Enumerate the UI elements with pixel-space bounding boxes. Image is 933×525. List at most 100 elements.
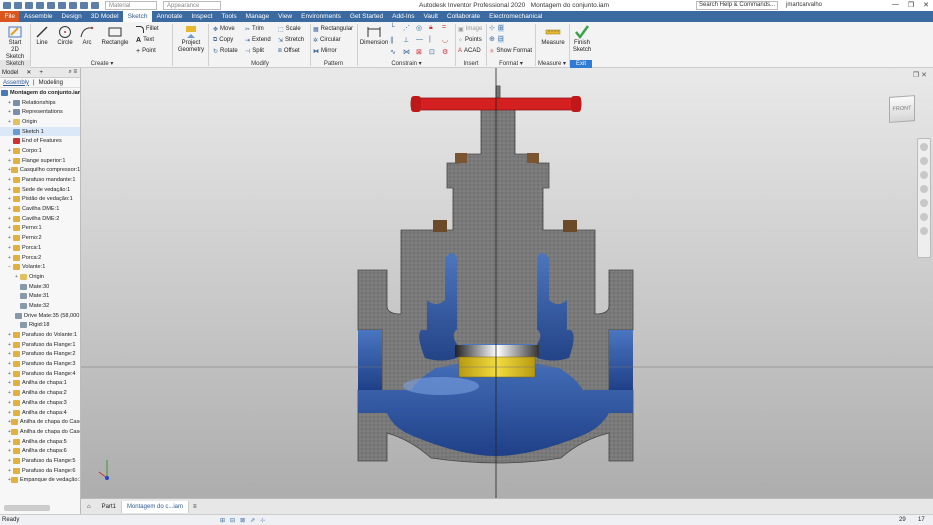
parallel-icon[interactable]: ∥ — [390, 36, 400, 46]
tab-view[interactable]: View — [274, 11, 297, 22]
tab-environments[interactable]: Environments — [297, 11, 346, 22]
coincident-icon[interactable]: └ — [390, 24, 400, 34]
horizontal-icon[interactable]: — — [416, 36, 426, 46]
tree-node[interactable]: +Anilha de chapa do Casquilho:1 — [0, 417, 80, 427]
material-select[interactable]: Material — [105, 1, 157, 10]
tree-node[interactable]: + Parafuso mandante:1 — [0, 175, 80, 185]
zoom-icon[interactable] — [920, 171, 928, 179]
auto-dimension-icon[interactable]: ⊡ — [429, 48, 439, 58]
tree-node[interactable]: + Porca:1 — [0, 243, 80, 253]
symmetric-icon[interactable]: ⋈ — [403, 48, 413, 58]
tab-design[interactable]: Design — [57, 11, 86, 22]
rectangle-button[interactable]: Rectangle — [100, 25, 130, 47]
smooth-icon[interactable]: ∿ — [390, 48, 400, 58]
point-button[interactable]: + Point — [136, 46, 156, 56]
mirror-button[interactable]: ⧓ Mirror — [313, 46, 337, 56]
tree-node[interactable]: + Empanque de vedação:1 — [0, 476, 80, 486]
doc-tab-part1[interactable]: Part1 — [97, 500, 122, 513]
grid-snap-icon[interactable]: ⊞ — [220, 517, 225, 524]
tree-node[interactable]: Mate:32 — [0, 301, 80, 311]
tab-get-started[interactable]: Get Started — [345, 11, 387, 22]
tab-manage[interactable]: Manage — [241, 11, 274, 22]
tab-add-ins[interactable]: Add-Ins — [388, 11, 419, 22]
concentric-icon[interactable]: ◎ — [416, 24, 426, 34]
tree-node[interactable]: + Perno:1 — [0, 224, 80, 234]
tree-node[interactable]: +Anilha de chapa do Casquilho:2 — [0, 427, 80, 437]
dimension-button[interactable]: Dimension — [359, 25, 389, 47]
add-icon[interactable]: + — [39, 70, 43, 76]
project-geometry-button[interactable]: Project Geometry — [175, 25, 207, 54]
search-input[interactable]: Search Help & Commands... — [696, 1, 778, 10]
modeling-subtab[interactable]: Modeling — [39, 80, 63, 86]
ortho-icon[interactable]: ⊟ — [230, 517, 235, 524]
tree-node[interactable]: + Anilha de chapa:2 — [0, 388, 80, 398]
zoom-window-icon[interactable] — [920, 213, 928, 221]
tree-node[interactable]: + Parafuso da Flange:3 — [0, 359, 80, 369]
tab-annotate[interactable]: Annotate — [152, 11, 187, 22]
redo-icon[interactable] — [58, 2, 66, 9]
collinear-icon[interactable]: ⋰ — [403, 24, 413, 34]
tree-node[interactable]: + Origin — [0, 272, 80, 282]
sketch-inference-icon[interactable]: ⊠ — [240, 517, 245, 524]
driven-dimension-icon[interactable]: ⊟ — [497, 35, 504, 43]
constraint-settings-icon[interactable]: ⚙ — [442, 48, 452, 58]
close-icon[interactable]: ✕ — [923, 1, 929, 9]
tree-node[interactable]: + Casquilho compressor:1 — [0, 166, 80, 176]
show-format-button[interactable]: ⚛ Show Format — [489, 46, 532, 56]
tree-node[interactable]: Rigid:18 — [0, 321, 80, 331]
browser-scrollbar[interactable] — [4, 505, 50, 511]
tab-assemble[interactable]: Assemble — [19, 11, 57, 22]
select-icon[interactable] — [91, 2, 99, 9]
tree-node[interactable]: − Volante:1 — [0, 262, 80, 272]
acad-button[interactable]: A ACAD — [458, 46, 481, 56]
steering-wheel-icon[interactable] — [920, 143, 928, 151]
circle-button[interactable]: Circle — [55, 25, 75, 47]
centerline-icon[interactable]: ⊞ — [497, 24, 504, 32]
user-account[interactable]: jmartcarvalho — [786, 2, 822, 8]
tangent-icon[interactable]: ◡ — [442, 36, 452, 46]
group-label-constrain[interactable]: Constrain ▾ — [358, 60, 455, 68]
tree-node[interactable]: Drive Mate:35 (58,000 deg) — [0, 311, 80, 321]
tree-node[interactable]: + Cavilha DME:2 — [0, 214, 80, 224]
perpendicular-icon[interactable]: ⊥ — [403, 36, 413, 46]
update-icon[interactable] — [80, 2, 88, 9]
constraint-status-icon[interactable]: ⊹ — [260, 517, 265, 524]
equal-icon[interactable]: = — [442, 24, 452, 34]
graphics-viewport[interactable]: ❐ ✕ FRONT — [81, 68, 933, 514]
tree-node[interactable]: Sketch 1 — [0, 126, 80, 137]
tree-node[interactable]: + Corpo:1 — [0, 146, 80, 156]
finish-sketch-button[interactable]: Finish Sketch — [571, 25, 593, 54]
save-icon[interactable] — [36, 2, 44, 9]
appearance-select[interactable]: Appearance — [163, 1, 221, 10]
image-button[interactable]: ▣ Image — [458, 24, 482, 34]
extend-button[interactable]: ⇥ Extend — [245, 35, 271, 45]
search-icon[interactable]: ⌕ ≡ — [68, 69, 77, 76]
tree-node[interactable]: End of Features — [0, 136, 80, 146]
tree-node[interactable]: + Parafuso da Flange:4 — [0, 369, 80, 379]
measure-button[interactable]: Measure — [539, 25, 567, 47]
tab-3d-model[interactable]: 3D Model — [86, 11, 123, 22]
tree-node[interactable]: + Perno:2 — [0, 233, 80, 243]
close-icon[interactable]: ✕ — [26, 69, 31, 76]
fillet-button[interactable]: Fillet — [136, 24, 159, 34]
tree-node[interactable]: Montagem do conjunto.iam — [0, 88, 80, 98]
doc-tab-assembly[interactable]: Montagem do c...iam — [121, 500, 189, 513]
show-constraints-icon[interactable]: ⊠ — [416, 48, 426, 58]
tree-node[interactable]: + Representations — [0, 107, 80, 117]
tab-tools[interactable]: Tools — [217, 11, 241, 22]
text-button[interactable]: A Text — [136, 35, 154, 45]
tree-node[interactable]: + Pistão de vedação:1 — [0, 195, 80, 205]
tree-node[interactable]: + Parafuso da Flange:6 — [0, 466, 80, 476]
fix-icon[interactable]: 🔒︎ — [429, 24, 439, 34]
relax-mode-icon[interactable]: ⇗ — [250, 517, 255, 524]
tree-node[interactable]: + Anilha de chapa:6 — [0, 446, 80, 456]
circular-pattern-button[interactable]: ✲ Circular — [313, 35, 341, 45]
copy-button[interactable]: ⧉ Copy — [213, 35, 233, 45]
restore-icon[interactable]: ❐ ✕ — [913, 71, 927, 79]
tree-node[interactable]: Mate:31 — [0, 291, 80, 301]
tree-node[interactable]: + Anilha de chapa:4 — [0, 408, 80, 418]
construction-icon[interactable]: ⊹ — [489, 24, 495, 32]
zoom-all-icon[interactable] — [920, 227, 928, 235]
offset-button[interactable]: ⧈ Offset — [278, 46, 300, 56]
tree-node[interactable]: + Anilha de chapa:1 — [0, 379, 80, 389]
